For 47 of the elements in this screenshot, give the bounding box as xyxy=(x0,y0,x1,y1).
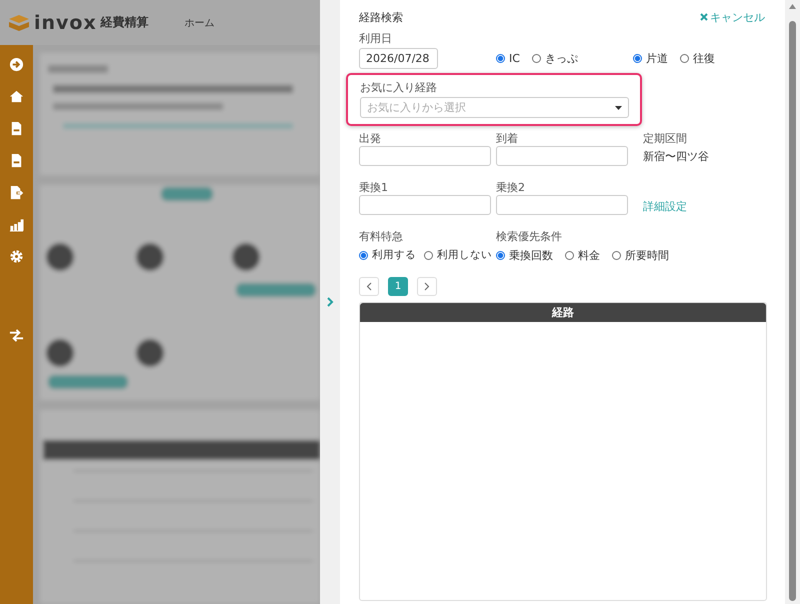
field-label: 利用日 xyxy=(359,31,393,46)
logo-subtitle: 経費精算 xyxy=(100,14,149,31)
radio-option[interactable]: IC xyxy=(496,52,520,65)
swap-arrows-icon[interactable] xyxy=(9,328,24,343)
field-label: 乗換1 xyxy=(359,180,389,195)
radio-option[interactable]: 料金 xyxy=(565,248,600,263)
document-icon[interactable] xyxy=(9,153,24,168)
panel-title: 経路検索 xyxy=(359,10,403,24)
caret-icon xyxy=(615,106,622,110)
chevron-right-icon xyxy=(424,282,430,291)
next-page-button[interactable] xyxy=(417,277,437,296)
radio-option[interactable]: 所要時間 xyxy=(612,248,669,263)
field-label: 有料特急 xyxy=(359,229,404,244)
field-label: 検索優先条件 xyxy=(496,229,563,244)
date-field[interactable]: 2026/07/28 xyxy=(359,48,438,69)
logo-text: invox xyxy=(34,12,97,34)
settings-icon[interactable] xyxy=(9,249,24,264)
close-icon xyxy=(700,13,708,21)
radio-option[interactable]: きっぷ xyxy=(532,51,578,66)
bar-chart-icon[interactable] xyxy=(9,217,24,232)
scroll-up-icon[interactable] xyxy=(789,4,796,9)
radio-option[interactable]: 片道 xyxy=(633,51,668,66)
radio-option[interactable]: 利用しない xyxy=(424,248,492,262)
commuter-route-text: 新宿〜四ツ谷 xyxy=(643,149,710,164)
arrow-circle-icon[interactable] xyxy=(9,57,24,72)
nav-link[interactable]: ホーム xyxy=(184,16,215,30)
transfer-field[interactable] xyxy=(359,195,491,215)
previous-page-button[interactable] xyxy=(359,277,379,296)
radio-option[interactable]: 往復 xyxy=(680,51,715,66)
radio-option[interactable]: 乗換回数 xyxy=(496,248,553,263)
transfer-field[interactable] xyxy=(496,195,628,215)
document-icon[interactable] xyxy=(9,121,24,136)
document-export-icon[interactable] xyxy=(9,185,24,200)
column-header: 経路 xyxy=(360,303,766,322)
logo-icon xyxy=(8,14,30,32)
field-label: 乗換2 xyxy=(496,180,526,195)
departure-field[interactable] xyxy=(359,146,491,166)
home-icon[interactable] xyxy=(9,89,24,104)
radio-option[interactable]: 利用する xyxy=(359,248,416,262)
field-label: お気に入り経路 xyxy=(360,80,438,95)
chevron-left-icon xyxy=(366,282,372,291)
field-label: 定期区間 xyxy=(643,131,688,146)
chevron-right-icon[interactable] xyxy=(326,297,334,307)
scrollbar-thumb[interactable] xyxy=(789,21,796,601)
field-label: 到着 xyxy=(496,131,519,146)
arrival-field[interactable] xyxy=(496,146,628,166)
field-label: 出発 xyxy=(359,131,382,146)
